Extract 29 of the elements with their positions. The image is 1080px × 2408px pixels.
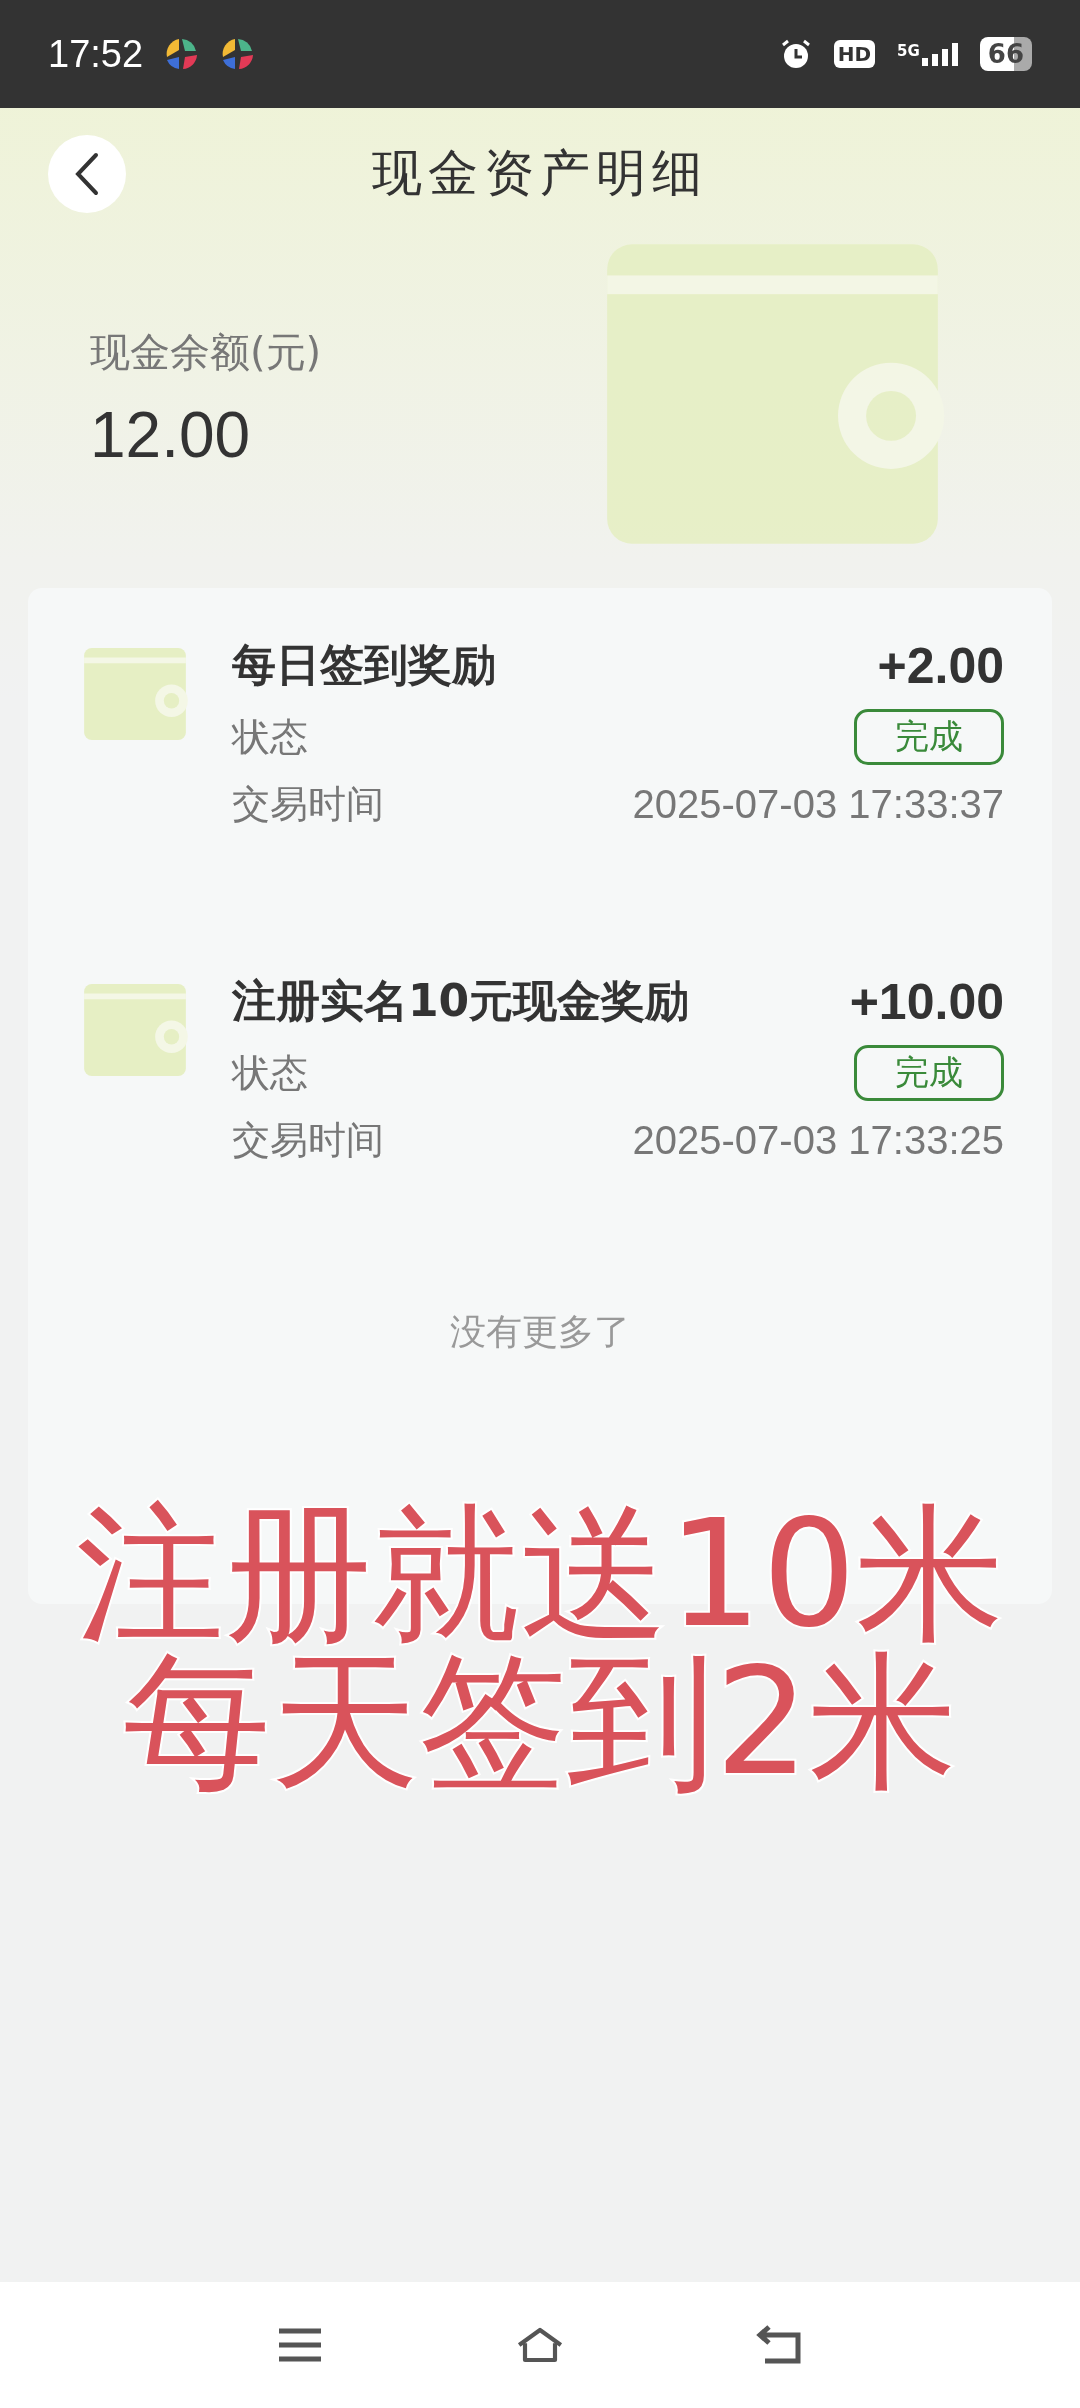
- back-icon: [75, 152, 99, 196]
- status-label: 状态: [232, 713, 308, 761]
- transaction-amount: +10.00: [849, 972, 1004, 1031]
- status-time: 17:52: [48, 32, 144, 76]
- app-icon: [221, 37, 256, 71]
- alarm-icon: [779, 38, 812, 70]
- signal-icon: [921, 42, 958, 66]
- status-label: 状态: [232, 1049, 308, 1097]
- end-of-list-text: 没有更多了: [449, 1310, 631, 1354]
- promo-caption: 每天签到2米: [122, 1648, 958, 1796]
- transaction-time: 2025-07-03 17:33:25: [632, 1118, 1004, 1163]
- time-label: 交易时间: [232, 781, 384, 828]
- status-badge: 完成: [854, 709, 1004, 765]
- transaction-title: 注册实名10元现金奖励: [232, 974, 690, 1028]
- time-label: 交易时间: [232, 1117, 384, 1164]
- transaction-amount: +2.00: [877, 636, 1004, 695]
- wallet-icon: [82, 982, 188, 1078]
- hd-indicator: HD: [833, 40, 876, 68]
- app-icon: [165, 37, 200, 71]
- page-title: 现金资产明细: [372, 142, 708, 204]
- battery-indicator: 66: [979, 37, 1032, 71]
- balance-label: 现金余额(元): [90, 327, 322, 377]
- balance-amount: 12.00: [90, 397, 252, 472]
- transaction-title: 每日签到奖励: [232, 638, 496, 692]
- network-type: 5G: [897, 42, 920, 60]
- promo-caption: 注册就送10米: [75, 1500, 1005, 1648]
- wallet-icon: [82, 646, 188, 742]
- status-badge: 完成: [854, 1045, 1004, 1101]
- transaction-time: 2025-07-03 17:33:37: [632, 782, 1004, 827]
